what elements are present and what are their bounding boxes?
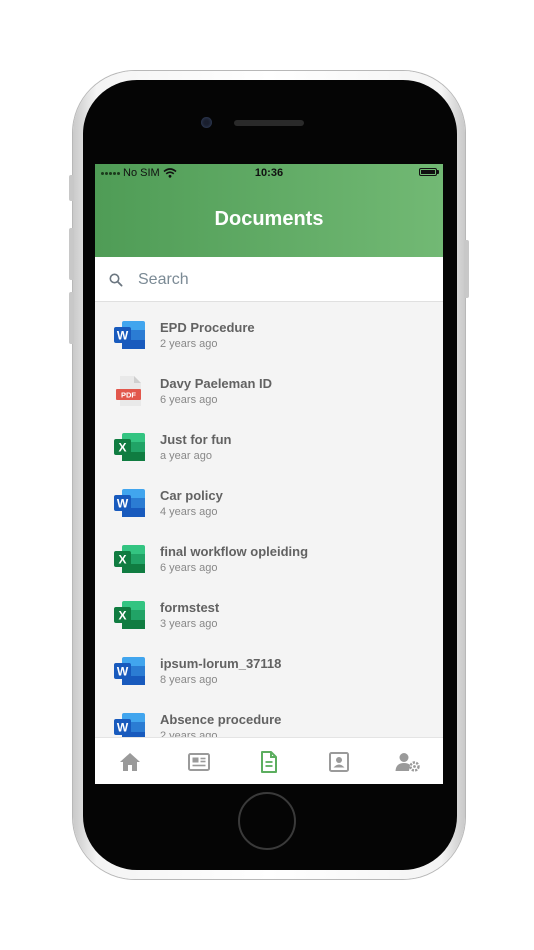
tab-bar <box>95 737 443 784</box>
word-file-icon: W <box>113 319 146 351</box>
speaker-grille <box>234 120 304 126</box>
list-item[interactable]: X final workflow opleiding 6 years ago <box>95 527 443 583</box>
tab-user-settings[interactable] <box>373 738 443 784</box>
svg-text:PDF: PDF <box>121 391 136 400</box>
tab-document[interactable] <box>234 738 304 784</box>
list-item[interactable]: PDF Davy Paeleman ID 6 years ago <box>95 359 443 415</box>
app-header: No SIM 10:36 Documents <box>95 164 443 257</box>
document-title: Car policy <box>160 488 223 503</box>
home-button[interactable] <box>238 792 296 850</box>
search-input[interactable] <box>136 267 430 293</box>
svg-text:W: W <box>117 665 129 679</box>
search-icon <box>109 273 123 287</box>
excel-file-icon: X <box>113 599 146 631</box>
svg-text:W: W <box>117 721 129 735</box>
document-date: 2 years ago <box>160 338 218 350</box>
list-item[interactable]: W EPD Procedure 2 years ago <box>95 303 443 359</box>
document-date: 3 years ago <box>160 618 218 630</box>
search-bar <box>95 257 443 302</box>
word-file-icon: W <box>113 655 146 687</box>
power-button <box>464 240 469 298</box>
page-title: Documents <box>214 208 324 230</box>
document-date: 6 years ago <box>160 394 218 406</box>
list-item[interactable]: W Car policy 4 years ago <box>95 471 443 527</box>
status-time: 10:36 <box>254 167 284 179</box>
word-file-icon: W <box>113 487 146 519</box>
battery-tip <box>437 170 439 174</box>
excel-file-icon: X <box>113 543 146 575</box>
battery-icon <box>419 168 437 176</box>
news-icon <box>188 752 211 771</box>
status-bar: No SIM 10:36 <box>95 164 443 184</box>
document-title: Absence procedure <box>160 712 282 727</box>
list-item[interactable]: X formstest 3 years ago <box>95 583 443 639</box>
contact-icon <box>328 751 349 772</box>
document-title: formstest <box>160 600 220 615</box>
svg-text:X: X <box>118 441 126 455</box>
document-title: Just for fun <box>160 432 232 447</box>
mute-switch <box>69 175 74 201</box>
volume-up-button <box>69 228 74 280</box>
svg-text:X: X <box>118 609 126 623</box>
user-settings-icon <box>395 752 421 772</box>
pdf-file-icon: PDF <box>113 375 146 407</box>
list-item[interactable]: X Just for fun a year ago <box>95 415 443 471</box>
document-icon <box>260 750 278 773</box>
tab-news[interactable] <box>165 738 235 784</box>
document-title: EPD Procedure <box>160 320 255 335</box>
app-screen: No SIM 10:36 Documents W EPD Procedure 2 … <box>95 164 443 784</box>
tab-home[interactable] <box>95 738 165 784</box>
document-date: 8 years ago <box>160 674 218 686</box>
document-date: 4 years ago <box>160 506 218 518</box>
document-title: Davy Paeleman ID <box>160 376 273 391</box>
svg-text:X: X <box>118 553 126 567</box>
document-title: final workflow opleiding <box>160 544 309 559</box>
svg-text:W: W <box>117 329 129 343</box>
volume-down-button <box>69 292 74 344</box>
document-title: ipsum-lorum_37118 <box>160 656 282 671</box>
excel-file-icon: X <box>113 431 146 463</box>
tab-contact[interactable] <box>304 738 374 784</box>
svg-text:W: W <box>117 497 129 511</box>
document-date: 6 years ago <box>160 562 218 574</box>
list-item[interactable]: W ipsum-lorum_37118 8 years ago <box>95 639 443 695</box>
home-icon <box>119 752 141 772</box>
camera-icon <box>201 117 212 128</box>
document-date: a year ago <box>160 450 212 462</box>
